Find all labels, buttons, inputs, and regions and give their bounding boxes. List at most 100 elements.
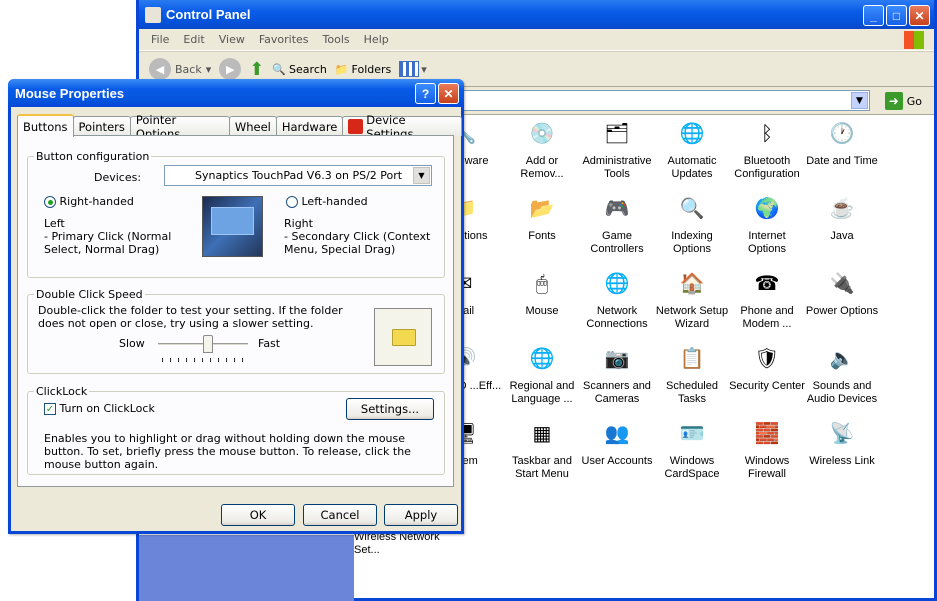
control-panel-item[interactable]: ▦ Taskbar and Start Menu	[503, 417, 581, 481]
close-button[interactable]: ✕	[909, 5, 930, 26]
control-panel-item[interactable]: ☕ Java	[803, 192, 881, 243]
control-panel-item[interactable]: 🌍 Internet Options	[728, 192, 806, 256]
back-arrow-icon: ◀	[149, 58, 171, 80]
address-dropdown-button[interactable]: ▼	[851, 92, 868, 109]
control-panel-item[interactable]: 💿 Add or Remov...	[503, 117, 581, 181]
control-panel-item-label: Date and Time	[806, 155, 878, 167]
control-panel-titlebar: Control Panel _ □ ✕	[139, 0, 934, 29]
cancel-button[interactable]: Cancel	[303, 504, 377, 526]
control-panel-icon	[145, 6, 161, 23]
dialog-titlebar: Mouse Properties ? ✕	[8, 79, 464, 107]
control-panel-item-label: Windows CardSpace	[664, 455, 720, 480]
control-panel-item[interactable]: 🖱 Mouse	[503, 267, 581, 318]
control-panel-item[interactable]: 📡 Wireless Link	[803, 417, 881, 468]
control-panel-item[interactable]: 🌐 Network Connections	[578, 267, 656, 331]
wireless-network-setup-item[interactable]: Wireless Network Set...	[354, 531, 444, 557]
right-handed-radio[interactable]: Right-handed	[44, 195, 134, 208]
control-panel-item[interactable]: ᛒ Bluetooth Configuration	[728, 117, 806, 181]
window-title: Control Panel	[166, 7, 251, 22]
wireless-link-icon: 📡	[829, 422, 855, 445]
up-folder-button[interactable]: ⬆	[249, 59, 264, 80]
control-panel-item-label: Regional and Language ...	[509, 380, 575, 405]
clicklock-settings-button[interactable]: Settings...	[346, 398, 434, 420]
administrative-tools-icon: 🗂	[604, 122, 630, 145]
right-description: - Secondary Click (Context Menu, Special…	[284, 230, 431, 256]
control-panel-item[interactable]: 🎮 Game Controllers	[578, 192, 656, 256]
java-icon: ☕	[829, 197, 855, 220]
touchpad-image	[202, 196, 263, 257]
control-panel-item[interactable]: 🔈 Sounds and Audio Devices	[803, 342, 881, 406]
menu-help[interactable]: Help	[364, 33, 389, 46]
control-panel-item[interactable]: 🕐 Date and Time	[803, 117, 881, 168]
control-panel-item[interactable]: 🏠 Network Setup Wizard	[653, 267, 731, 331]
menu-tools[interactable]: Tools	[323, 33, 350, 46]
network-connections-icon: 🌐	[604, 272, 630, 295]
folders-button[interactable]: 📁 Folders	[335, 63, 391, 76]
control-panel-item[interactable]: 🗂 Administrative Tools	[578, 117, 656, 181]
buttons-tab-panel: Button configuration Devices: Synaptics …	[17, 135, 454, 487]
menu-favorites[interactable]: Favorites	[259, 33, 309, 46]
control-panel-item-label: Indexing Options	[671, 230, 713, 255]
views-button[interactable]: ▾	[399, 61, 427, 77]
maximize-button[interactable]: □	[886, 5, 907, 26]
dialog-title: Mouse Properties	[15, 85, 125, 101]
button-configuration-legend: Button configuration	[36, 150, 150, 163]
control-panel-item[interactable]: 🛡 Security Center	[728, 342, 806, 393]
control-panel-item[interactable]: 👥 User Accounts	[578, 417, 656, 468]
devices-dropdown[interactable]: Synaptics TouchPad V6.3 on PS/2 Port ▼	[164, 165, 432, 186]
bluetooth-icon: ᛒ	[761, 122, 773, 145]
left-handed-radio[interactable]: Left-handed	[286, 195, 368, 208]
control-panel-item-label: Fonts	[528, 230, 556, 242]
menu-bar: File Edit View Favorites Tools Help	[139, 29, 934, 51]
control-panel-item[interactable]: 🔍 Indexing Options	[653, 192, 731, 256]
control-panel-item[interactable]: 📂 Fonts	[503, 192, 581, 243]
control-panel-item[interactable]: 🌐 Regional and Language ...	[503, 342, 581, 406]
control-panel-item-label: Administrative Tools	[582, 155, 652, 180]
speaker-icon: 🔈	[829, 347, 855, 370]
control-panel-item-label: Phone and Modem ...	[740, 305, 794, 330]
clicklock-checkbox[interactable]: ✓ Turn on ClickLock	[44, 402, 155, 415]
back-button[interactable]: ◀ Back ▾	[149, 58, 211, 80]
control-panel-item[interactable]: ☎ Phone and Modem ...	[728, 267, 806, 331]
control-panel-item-label: Network Connections	[586, 305, 648, 330]
control-panel-item[interactable]: 🔌 Power Options	[803, 267, 881, 318]
tab-wheel[interactable]: Wheel	[228, 116, 277, 136]
search-icon: 🔍	[272, 62, 287, 76]
control-panel-item[interactable]: 📷 Scanners and Cameras	[578, 342, 656, 406]
tab-buttons[interactable]: Buttons	[17, 114, 74, 137]
menu-view[interactable]: View	[219, 33, 245, 46]
control-panel-item-label: Power Options	[805, 305, 879, 317]
dialog-close-button[interactable]: ✕	[438, 83, 459, 104]
forward-button[interactable]: ▶	[219, 58, 242, 80]
test-folder-area[interactable]	[374, 308, 432, 366]
search-button[interactable]: 🔍 Search	[272, 63, 327, 76]
slider-ticks	[162, 358, 243, 362]
scanner-icon: 📷	[604, 347, 630, 370]
ok-button[interactable]: OK	[221, 504, 295, 526]
menu-edit[interactable]: Edit	[183, 33, 204, 46]
control-panel-item[interactable]: 🌐 Automatic Updates	[653, 117, 731, 181]
control-panel-item[interactable]: 🧱 Windows Firewall	[728, 417, 806, 481]
shield-icon: 🛡	[754, 347, 780, 370]
phone-modem-icon: ☎	[754, 272, 780, 295]
control-panel-item-label: User Accounts	[581, 455, 653, 467]
control-panel-item[interactable]: 📋 Scheduled Tasks	[653, 342, 731, 406]
folder-icon	[392, 329, 416, 346]
control-panel-item[interactable]: 🪪 Windows CardSpace	[653, 417, 731, 481]
double-click-slider-thumb[interactable]	[202, 335, 213, 353]
control-panel-item-label: Scheduled Tasks	[666, 380, 718, 405]
fast-label: Fast	[258, 337, 281, 350]
tab-pointer-options[interactable]: Pointer Options	[129, 113, 230, 141]
menu-file[interactable]: File	[151, 33, 169, 46]
network-setup-icon: 🏠	[679, 272, 705, 295]
automatic-updates-icon: 🌐	[679, 122, 705, 145]
go-button[interactable]: ➜ Go	[884, 92, 922, 110]
minimize-button[interactable]: _	[863, 5, 884, 26]
left-title: Left	[44, 217, 65, 230]
tab-hardware[interactable]: Hardware	[275, 116, 344, 136]
help-button[interactable]: ?	[415, 83, 436, 104]
apply-button[interactable]: Apply	[384, 504, 458, 526]
right-title: Right	[284, 217, 313, 230]
tab-pointers[interactable]: Pointers	[72, 116, 131, 136]
tab-device-settings[interactable]: Device Settings	[342, 113, 462, 141]
